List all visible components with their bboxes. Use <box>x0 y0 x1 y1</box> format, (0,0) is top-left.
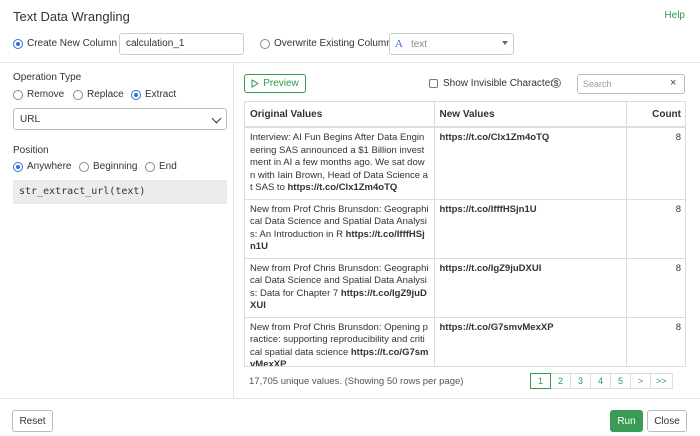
page-5-button[interactable]: 5 <box>610 373 631 389</box>
operation-extract-option[interactable]: Extract <box>131 89 176 100</box>
play-icon <box>251 79 260 88</box>
caret-down-icon <box>502 41 508 45</box>
position-end-option[interactable]: End <box>145 161 177 172</box>
original-value-cell: New from Prof Chris Brunsdon: Opening pr… <box>245 317 435 366</box>
page-2-button[interactable]: 2 <box>550 373 571 389</box>
position-end-label: End <box>159 161 177 172</box>
position-label: Position <box>13 145 49 156</box>
table-row: Interview: AI Fun Begins After Data Engi… <box>245 127 685 200</box>
new-value-cell: https://t.co/Clx1Zm4oTQ <box>434 127 627 200</box>
page-1-button[interactable]: 1 <box>530 373 551 389</box>
create-new-column-option[interactable]: Create New Column <box>13 38 117 49</box>
existing-column-select[interactable]: A text <box>389 33 514 55</box>
column-header-original[interactable]: Original Values <box>245 102 435 128</box>
extract-pattern-select[interactable]: URL <box>13 108 227 130</box>
overwrite-existing-column-radio[interactable] <box>260 38 270 49</box>
column-header-new[interactable]: New Values <box>434 102 627 128</box>
original-value-cell: Interview: AI Fun Begins After Data Engi… <box>245 127 435 200</box>
new-column-name-input[interactable]: calculation_1 <box>119 33 244 55</box>
position-beginning-option[interactable]: Beginning <box>79 161 137 172</box>
page-3-button[interactable]: 3 <box>570 373 591 389</box>
new-value-cell: https://t.co/G7smvMexXP <box>434 317 627 366</box>
unique-values-info: 17,705 unique values. (Showing 50 rows p… <box>249 376 464 387</box>
position-anywhere-option[interactable]: Anywhere <box>13 161 71 172</box>
close-button[interactable]: Close <box>647 410 687 432</box>
footer-divider <box>0 398 700 399</box>
clear-search-icon[interactable]: × <box>670 77 676 89</box>
text-data-wrangling-dialog: Text Data Wrangling Help Create New Colu… <box>0 0 700 436</box>
preview-button[interactable]: Preview <box>244 74 306 93</box>
count-cell: 8 <box>626 317 685 366</box>
existing-column-value: text <box>410 38 428 50</box>
reset-button[interactable]: Reset <box>12 410 53 432</box>
operation-replace-radio[interactable] <box>73 89 83 100</box>
column-header-count[interactable]: Count <box>626 102 685 128</box>
original-value-match: https://t.co/Clx1Zm4oTQ <box>287 182 398 193</box>
next-page-button[interactable]: > <box>630 373 651 389</box>
table-row: New from Prof Chris Brunsdon: Geographic… <box>245 199 685 259</box>
pagination: 1 2 3 4 5 > >> <box>530 373 673 389</box>
overwrite-existing-column-label: Overwrite Existing Column <box>274 38 392 49</box>
operation-type-label: Operation Type <box>13 72 82 83</box>
table-row: New from Prof Chris Brunsdon: Geographic… <box>245 258 685 318</box>
operation-remove-label: Remove <box>27 89 65 100</box>
table-row: New from Prof Chris Brunsdon: Opening pr… <box>245 317 685 366</box>
operation-replace-label: Replace <box>87 89 124 100</box>
table-header-row: Original Values New Values Count <box>245 102 685 128</box>
help-link[interactable]: Help <box>664 10 685 21</box>
count-cell: 8 <box>626 127 685 200</box>
count-cell: 8 <box>626 199 685 259</box>
count-cell: 8 <box>626 258 685 318</box>
help-circle-icon[interactable]: ? <box>551 78 561 88</box>
extract-pattern-value: URL <box>20 114 41 125</box>
create-new-column-label: Create New Column <box>27 38 118 49</box>
original-value-cell: New from Prof Chris Brunsdon: Geographic… <box>245 199 435 259</box>
run-button[interactable]: Run <box>610 410 643 432</box>
new-value-cell: https://t.co/IgZ9juDXUI <box>434 258 627 318</box>
search-input[interactable]: Search <box>577 74 685 94</box>
preview-table: Original Values New Values Count Intervi… <box>244 101 686 367</box>
original-value-cell: New from Prof Chris Brunsdon: Geographic… <box>245 258 435 318</box>
show-invisible-checkbox[interactable] <box>429 79 438 88</box>
new-value-cell: https://t.co/IfffHSjn1U <box>434 199 627 259</box>
expression-preview: str_extract_url(text) <box>13 180 227 204</box>
operation-remove-option[interactable]: Remove <box>13 89 64 100</box>
page-4-button[interactable]: 4 <box>590 373 611 389</box>
preview-panel: Preview Show Invisible Characters ? Sear… <box>235 63 700 398</box>
dialog-title: Text Data Wrangling <box>13 9 130 24</box>
position-end-radio[interactable] <box>145 161 155 172</box>
position-beginning-radio[interactable] <box>79 161 89 172</box>
last-page-button[interactable]: >> <box>650 373 673 389</box>
operation-extract-label: Extract <box>145 89 177 100</box>
operation-replace-option[interactable]: Replace <box>73 89 124 100</box>
chevron-down-icon <box>211 113 222 124</box>
position-anywhere-label: Anywhere <box>27 161 72 172</box>
operation-remove-radio[interactable] <box>13 89 23 100</box>
settings-panel: Operation Type Remove Replace Extract UR… <box>0 63 234 398</box>
character-type-icon: A <box>395 38 403 50</box>
preview-button-label: Preview <box>263 78 299 89</box>
position-beginning-label: Beginning <box>93 161 138 172</box>
show-invisible-label: Show Invisible Characters <box>443 78 559 89</box>
create-new-column-radio[interactable] <box>13 38 23 49</box>
position-anywhere-radio[interactable] <box>13 161 23 172</box>
overwrite-existing-column-option[interactable]: Overwrite Existing Column <box>260 38 392 49</box>
operation-extract-radio[interactable] <box>131 89 141 100</box>
